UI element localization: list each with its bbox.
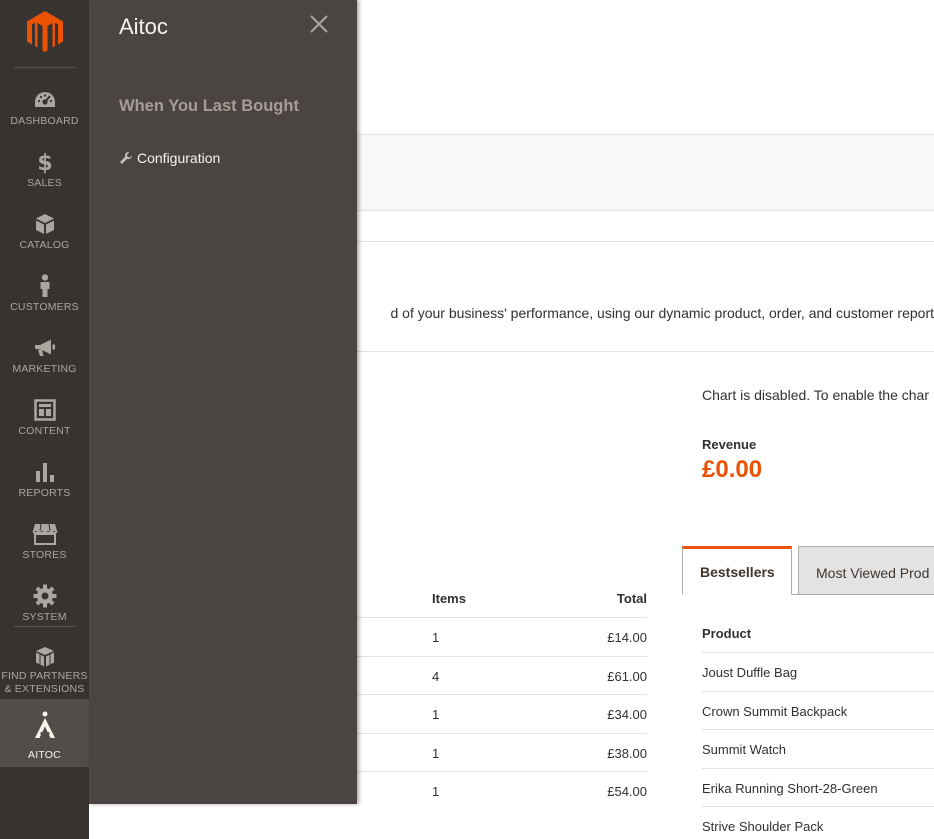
- menu-label-stores: STORES: [22, 549, 67, 561]
- revenue-value: £0.00: [702, 456, 763, 483]
- menu-label-aitoc: AITOC: [28, 749, 61, 761]
- menu-item-sales[interactable]: $ SALES: [0, 140, 89, 202]
- cell-total: £54.00: [607, 784, 647, 799]
- menu-label-dashboard: DASHBOARD: [10, 115, 79, 127]
- revenue-label: Revenue: [702, 437, 757, 452]
- table-row[interactable]: Crown Summit Backpack: [702, 692, 934, 730]
- boxes-icon: [0, 645, 89, 669]
- logo-divider: [14, 67, 75, 68]
- menu-label-customers: CUSTOMERS: [10, 301, 79, 313]
- aitoc-icon: [0, 711, 89, 738]
- menu-label-find-partners-line1: FIND PARTNERS: [1, 670, 88, 682]
- menu-label-system: SYSTEM: [22, 611, 67, 623]
- menu-divider: [14, 626, 75, 627]
- cell-total: £61.00: [607, 668, 647, 684]
- bar-chart-icon: [0, 460, 89, 484]
- menu-label-sales: SALES: [27, 177, 62, 189]
- column-header-total: Total: [616, 591, 647, 606]
- table-row[interactable]: Erika Running Short-28-Green: [702, 769, 934, 807]
- menu-label-content: CONTENT: [18, 425, 71, 437]
- menu-label-find-partners-line2: & EXTENSIONS: [4, 683, 85, 695]
- chart-disabled-message: Chart is disabled. To enable the char: [702, 387, 929, 403]
- menu-label-catalog: CATALOG: [19, 239, 70, 251]
- column-header-items: Items: [432, 591, 466, 606]
- magento-logo-icon[interactable]: [26, 10, 64, 52]
- megaphone-icon: [0, 336, 89, 360]
- person-icon: [0, 274, 89, 298]
- cell-total: £34.00: [607, 707, 647, 722]
- menu-label-marketing: MARKETING: [12, 363, 77, 375]
- menu-item-reports[interactable]: REPORTS: [0, 450, 89, 512]
- cell-items: 1: [432, 784, 440, 799]
- wrench-icon: [120, 152, 132, 164]
- submenu-group-title: When You Last Bought: [119, 97, 299, 115]
- menu-item-dashboard[interactable]: DASHBOARD: [0, 78, 89, 140]
- submenu-link-configuration[interactable]: Configuration: [119, 150, 220, 166]
- aitoc-submenu: Aitoc When You Last Bought Configuration: [89, 0, 357, 804]
- box-icon: [0, 212, 89, 236]
- layout-icon: [0, 398, 89, 422]
- menu-item-stores[interactable]: STORES: [0, 512, 89, 574]
- svg-text:$: $: [37, 151, 52, 174]
- column-header-product: Product: [702, 617, 934, 653]
- menu-item-aitoc[interactable]: AITOC: [0, 699, 89, 767]
- menu-item-marketing[interactable]: MARKETING: [0, 326, 89, 388]
- dashboard-icon: [0, 88, 89, 112]
- menu-item-catalog[interactable]: CATALOG: [0, 202, 89, 264]
- menu-label-reports: REPORTS: [18, 487, 71, 499]
- bestsellers-table: Product Joust Duffle Bag Crown Summit Ba…: [702, 617, 934, 839]
- tab-most-viewed-products[interactable]: Most Viewed Prod: [798, 546, 934, 595]
- cell-items: 1: [432, 745, 440, 761]
- menu-label-find-partners: FIND PARTNERS & EXTENSIONS: [0, 670, 89, 696]
- table-row[interactable]: Joust Duffle Bag: [702, 653, 934, 692]
- admin-menu: DASHBOARD $ SALES CATALOG CUSTOMERS MARK…: [0, 0, 89, 839]
- cell-items: 1: [432, 630, 440, 645]
- storefront-icon: [0, 522, 89, 546]
- gear-icon: [0, 584, 89, 608]
- cell-total: £14.00: [607, 630, 647, 645]
- menu-item-content[interactable]: CONTENT: [0, 388, 89, 450]
- dashboard-tabs: Bestsellers Most Viewed Prod: [682, 546, 934, 595]
- menu-item-find-partners[interactable]: FIND PARTNERS & EXTENSIONS: [0, 635, 89, 697]
- dollar-icon: $: [0, 150, 89, 174]
- menu-item-customers[interactable]: CUSTOMERS: [0, 264, 89, 326]
- submenu-link-label: Configuration: [137, 150, 221, 166]
- close-icon[interactable]: [309, 14, 329, 34]
- submenu-title: Aitoc: [119, 14, 168, 39]
- cell-items: 1: [432, 707, 440, 722]
- table-row[interactable]: Summit Watch: [702, 730, 934, 769]
- table-row[interactable]: Strive Shoulder Pack: [702, 807, 934, 839]
- tab-bestsellers[interactable]: Bestsellers: [682, 546, 792, 595]
- cell-items: 4: [432, 668, 440, 684]
- cell-total: £38.00: [607, 745, 647, 761]
